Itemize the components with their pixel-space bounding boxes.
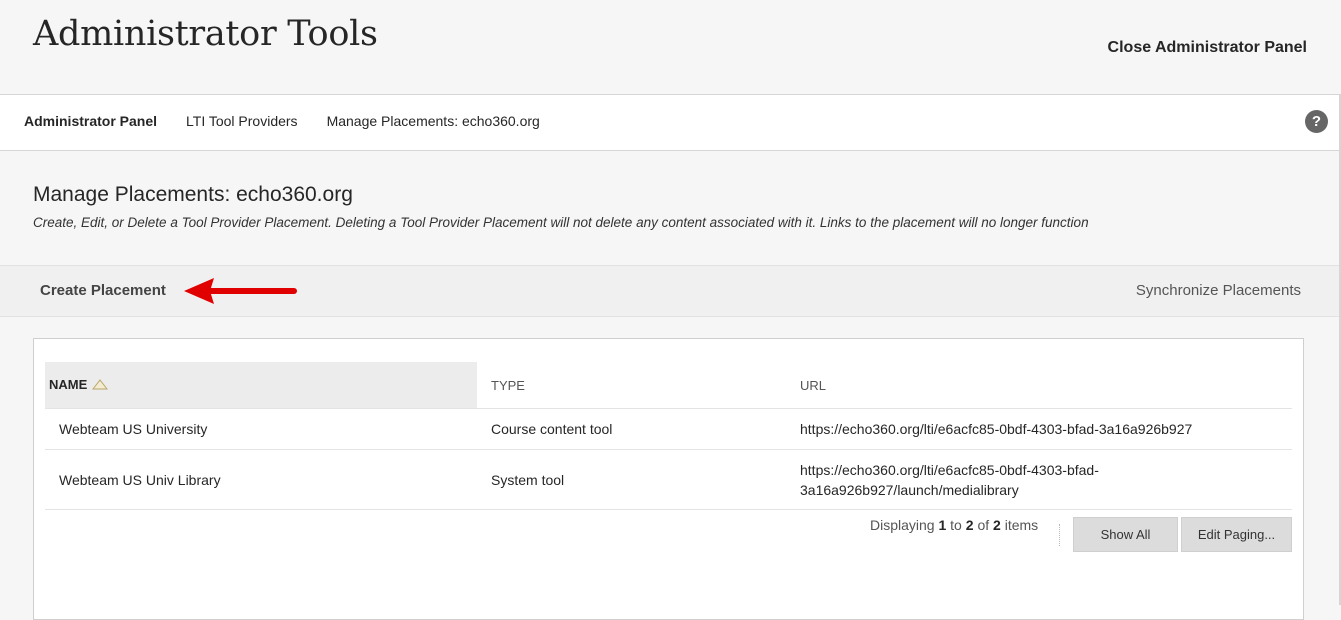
- create-placement-button[interactable]: Create Placement: [40, 282, 166, 299]
- red-arrow-annotation-icon: [184, 278, 297, 304]
- show-all-button[interactable]: Show All: [1073, 517, 1178, 552]
- column-header-url[interactable]: URL: [786, 362, 1292, 409]
- cell-name[interactable]: Webteam US Univ Library: [45, 449, 477, 510]
- paging-of-word: of: [977, 517, 990, 533]
- paging-to: 2: [965, 517, 974, 533]
- paging-prefix: Displaying: [870, 517, 935, 533]
- action-bar: Create Placement Synchronize Placements: [0, 265, 1339, 317]
- paging-divider: [1059, 524, 1060, 546]
- column-header-name[interactable]: NAME: [45, 362, 477, 409]
- question-mark-icon[interactable]: ?: [1305, 110, 1328, 133]
- cell-type: Course content tool: [477, 408, 786, 450]
- sort-ascending-icon: [92, 378, 109, 393]
- paging-total: 2: [993, 517, 1001, 533]
- url-line: 3a16a926b927/launch/medialibrary: [800, 481, 1019, 498]
- section-title: Manage Placements: echo360.org: [33, 183, 353, 206]
- breadcrumb-item-lti-tool-providers[interactable]: LTI Tool Providers: [186, 113, 298, 129]
- placements-table: NAME TYPE URL Webteam US University Cour…: [45, 362, 1292, 510]
- edit-paging-button[interactable]: Edit Paging...: [1181, 517, 1292, 552]
- breadcrumb-item-administrator-panel[interactable]: Administrator Panel: [24, 113, 157, 129]
- synchronize-placements-button[interactable]: Synchronize Placements: [1136, 282, 1301, 299]
- paging-suffix: items: [1004, 517, 1039, 533]
- table-row: Webteam US Univ Library System tool http…: [45, 449, 1292, 510]
- breadcrumb-item-manage-placements: Manage Placements: echo360.org: [326, 113, 540, 129]
- breadcrumb: Administrator Panel LTI Tool Providers M…: [0, 94, 1339, 151]
- cell-name[interactable]: Webteam US University: [45, 408, 477, 450]
- table-row: Webteam US University Course content too…: [45, 408, 1292, 450]
- cell-url: https://echo360.org/lti/e6acfc85-0bdf-43…: [786, 449, 1292, 510]
- paging-to-word: to: [950, 517, 962, 533]
- url-line: https://echo360.org/lti/e6acfc85-0bdf-43…: [800, 461, 1099, 478]
- paging-status: Displaying 1 to 2 of 2 items: [870, 517, 1038, 533]
- column-header-label: NAME: [49, 377, 88, 392]
- page-title: Administrator Tools: [33, 14, 378, 54]
- cell-type: System tool: [477, 449, 786, 510]
- table-header-row: NAME TYPE URL: [45, 362, 1292, 409]
- placements-panel: NAME TYPE URL Webteam US University Cour…: [33, 338, 1304, 620]
- paging-from: 1: [938, 517, 947, 533]
- close-administrator-panel-link[interactable]: Close Administrator Panel: [1108, 39, 1307, 57]
- column-header-type[interactable]: TYPE: [477, 362, 786, 409]
- section-description: Create, Edit, or Delete a Tool Provider …: [33, 215, 1089, 230]
- page-header: Administrator Tools Close Administrator …: [0, 0, 1341, 94]
- cell-url: https://echo360.org/lti/e6acfc85-0bdf-43…: [786, 408, 1292, 450]
